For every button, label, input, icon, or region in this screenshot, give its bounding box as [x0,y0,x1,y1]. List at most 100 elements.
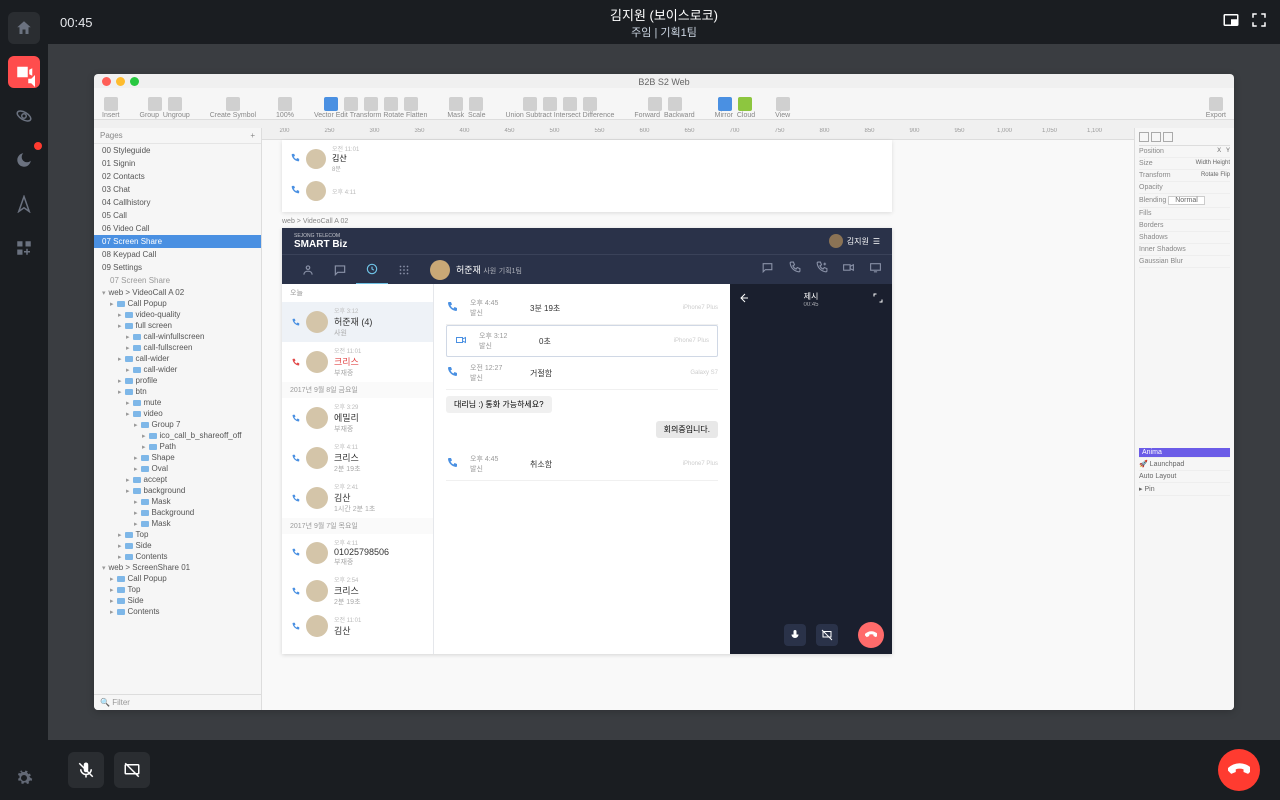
layer-row[interactable]: ▸profile [94,375,261,386]
layer-row[interactable]: ▸Side [94,595,261,606]
artboard-label[interactable]: web > VideoCall A 02 [282,218,348,225]
tool-flatten-icon[interactable] [404,97,418,111]
layer-row[interactable]: ▸background [94,485,261,496]
rail-send[interactable] [8,188,40,220]
screen-share-toggle[interactable] [114,752,150,788]
layer-row[interactable]: ▸accept [94,474,261,485]
action-call-add[interactable] [815,261,828,279]
layer-row[interactable]: ▸Mask [94,496,261,507]
layer-row[interactable]: ▸call-wider [94,353,261,364]
page-item[interactable]: 01 Signin [94,157,261,170]
tool-cloud-icon[interactable] [738,97,752,111]
app-user[interactable]: 김지원☰ [829,234,880,248]
hangup-button[interactable] [1218,749,1260,791]
detail-row[interactable]: 오후 3:12발신0초iPhone7 Plus [446,325,718,357]
artboard-smartbiz[interactable]: SEJONG TELECOMSMART Biz 김지원☰ 허준재 사원 기획1팀 [282,228,892,654]
tool-backward-icon[interactable] [668,97,682,111]
list-item[interactable]: 오후 2:54크리스2분 19초 [282,571,433,611]
tool-union-icon[interactable] [523,97,537,111]
add-page-icon[interactable]: + [250,131,255,140]
action-video[interactable] [842,261,855,279]
layer-row[interactable]: ▸Contents [94,606,261,617]
plugin-pin[interactable]: ▸ Pin [1139,483,1230,496]
layer-row[interactable]: ▸Top [94,584,261,595]
plugin-anima[interactable]: Anima [1139,448,1230,458]
menu-icon[interactable]: ☰ [873,237,880,246]
tool-ungroup-icon[interactable] [168,97,182,111]
page-item[interactable]: 07 Screen Share [94,235,261,248]
layer-row[interactable]: ▸Side [94,540,261,551]
action-call[interactable] [788,261,801,279]
pip-button[interactable] [1222,11,1240,34]
action-screen[interactable] [869,261,882,279]
list-item[interactable]: 오후 2:41김산1시간 2분 1초 [282,478,433,518]
end-call-button-small[interactable] [858,622,884,648]
tool-intersect-icon[interactable] [563,97,577,111]
rail-orbit[interactable] [8,100,40,132]
detail-row[interactable]: 오전 12:27발신거절함Galaxy S7 [446,357,718,390]
detail-row[interactable]: 오후 4:45발신3분 19초iPhone7 Plus [446,292,718,325]
layer-row[interactable]: ▸Call Popup [94,298,261,309]
mute-button[interactable] [784,624,806,646]
fullscreen-button[interactable] [1250,11,1268,34]
tab-keypad[interactable] [388,263,420,277]
tool-view[interactable]: View [775,97,790,119]
layer-row[interactable]: ▸call-winfullscreen [94,331,261,342]
list-item[interactable]: 오후 3:12허준재 (4)사원 [282,302,433,342]
layer-row[interactable]: ▸Background [94,507,261,518]
page-item[interactable]: 02 Contacts [94,170,261,183]
layer-row[interactable]: ▸Call Popup [94,573,261,584]
tool-vector-icon[interactable] [324,97,338,111]
action-chat[interactable] [761,261,774,279]
page-item[interactable]: 09 Settings [94,261,261,274]
tab-history[interactable] [356,255,388,285]
tool-forward-icon[interactable] [648,97,662,111]
tool-difference-icon[interactable] [583,97,597,111]
layer-row[interactable]: ▸ico_call_b_shareoff_off [94,430,261,441]
tool-edit-icon[interactable] [344,97,358,111]
tool-mirror-icon[interactable] [718,97,732,111]
layer-row[interactable]: ▸Group 7 [94,419,261,430]
layer-row[interactable]: ▸mute [94,397,261,408]
rail-settings[interactable] [8,762,40,794]
page-item[interactable]: 04 Callhistory [94,196,261,209]
page-item[interactable]: 06 Video Call [94,222,261,235]
list-item[interactable]: 오후 4:11크리스2분 19초 [282,438,433,478]
layer-row[interactable]: ▸video-quality [94,309,261,320]
canvas[interactable]: 2002503003504004505005506006507007508008… [262,128,1134,710]
layer-row[interactable]: ▸video [94,408,261,419]
tool-zoom[interactable]: 100% [276,97,294,119]
list-item[interactable]: 오후 4:1101025798506부재중 [282,534,433,571]
align-left-icon[interactable] [1139,132,1149,142]
plugin-launchpad[interactable]: 🚀 Launchpad [1139,458,1230,471]
rail-apps[interactable] [8,232,40,264]
rail-home[interactable] [8,12,40,44]
tab-chat[interactable] [324,263,356,277]
layer-row[interactable]: ▸Mask [94,518,261,529]
tool-transform-icon[interactable] [364,97,378,111]
list-item[interactable]: 오전 11:01김산 [282,611,433,641]
mic-toggle[interactable] [68,752,104,788]
tab-contacts[interactable] [292,263,324,277]
tool-create-symbol[interactable]: Create Symbol [210,97,256,119]
align-center-icon[interactable] [1151,132,1161,142]
layer-row[interactable]: ▸Oval [94,463,261,474]
artboard-a[interactable]: web > VideoCall A 02 [109,288,185,297]
video-expand[interactable] [872,292,884,306]
tool-scale-icon[interactable] [469,97,483,111]
layer-row[interactable]: ▸full screen [94,320,261,331]
align-right-icon[interactable] [1163,132,1173,142]
tool-insert[interactable]: Insert [102,97,120,119]
tool-subtract-icon[interactable] [543,97,557,111]
layer-row[interactable]: ▸Contents [94,551,261,562]
page-item[interactable]: 00 Styleguide [94,144,261,157]
filter-input[interactable]: 🔍 Filter [94,694,261,710]
sub-page[interactable]: 07 Screen Share [94,274,261,287]
stop-share-button[interactable] [816,624,838,646]
tool-mask-icon[interactable] [449,97,463,111]
layer-row[interactable]: ▸Path [94,441,261,452]
page-item[interactable]: 05 Call [94,209,261,222]
detail-row[interactable]: 오후 4:45발신 취소함 iPhone7 Plus [446,448,718,481]
tool-export[interactable]: Export [1206,97,1226,119]
blending-select[interactable]: Normal [1168,196,1205,205]
